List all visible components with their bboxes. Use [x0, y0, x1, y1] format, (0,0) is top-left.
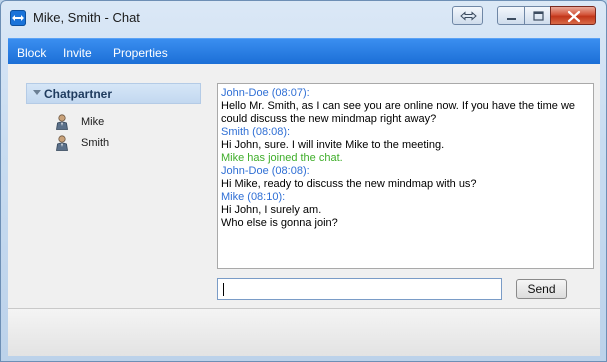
message-header: Smith (08:08):: [221, 126, 291, 138]
swap-sides-button[interactable]: [452, 6, 483, 25]
chatpartner-panel: Chatpartner Mike Smith: [8, 64, 208, 308]
message-header: John-Doe (08:08):: [221, 165, 310, 177]
status-bar: [8, 308, 600, 356]
message-text: could discuss the new mindmap right away…: [221, 113, 437, 125]
message-text: Hi Mike, ready to discuss the new mindma…: [221, 178, 477, 190]
minimize-button[interactable]: [497, 6, 525, 25]
text-caret: [223, 283, 224, 296]
message-text: Hi John, sure. I will invite Mike to the…: [221, 139, 445, 151]
message-header: Mike (08:10):: [221, 191, 286, 203]
message-text: Hi John, I surely am.: [221, 204, 322, 216]
window-title: Mike, Smith - Chat: [33, 10, 140, 25]
system-message: Mike has joined the chat.: [221, 152, 343, 164]
message-input[interactable]: [217, 278, 502, 300]
close-button[interactable]: [550, 6, 596, 25]
collapse-arrow-icon[interactable]: [33, 90, 41, 95]
chat-client-area: Chatpartner Mike Smith John-Doe (08:07):…: [8, 64, 600, 308]
minimize-icon: [507, 18, 516, 20]
message-text: Hello Mr. Smith, as I can see you are on…: [221, 100, 576, 112]
chatpartner-group-header[interactable]: Chatpartner: [26, 83, 201, 104]
teamviewer-app-icon: [10, 10, 26, 26]
swap-arrows-icon: [460, 11, 477, 21]
person-icon: [56, 114, 68, 130]
close-icon: [567, 10, 581, 23]
menu-item-properties[interactable]: Properties: [113, 46, 168, 60]
message-text: Who else is gonna join?: [221, 217, 338, 229]
send-button[interactable]: Send: [516, 279, 567, 299]
chat-log[interactable]: John-Doe (08:07): Hello Mr. Smith, as I …: [217, 83, 594, 269]
maximize-icon: [533, 11, 544, 21]
message-header: John-Doe (08:07):: [221, 87, 310, 99]
menu-item-invite[interactable]: Invite: [63, 46, 92, 60]
contact-name: Smith: [81, 137, 110, 149]
contact-name: Mike: [81, 116, 105, 128]
person-icon: [56, 135, 68, 151]
title-bar[interactable]: Mike, Smith - Chat: [1, 1, 606, 37]
maximize-button[interactable]: [524, 6, 551, 25]
group-label: Chatpartner: [44, 87, 113, 101]
menu-item-block[interactable]: Block: [17, 46, 46, 60]
chat-window: Mike, Smith - Chat Block Invite Properti…: [0, 0, 607, 362]
menu-bar: Block Invite Properties: [8, 38, 600, 64]
